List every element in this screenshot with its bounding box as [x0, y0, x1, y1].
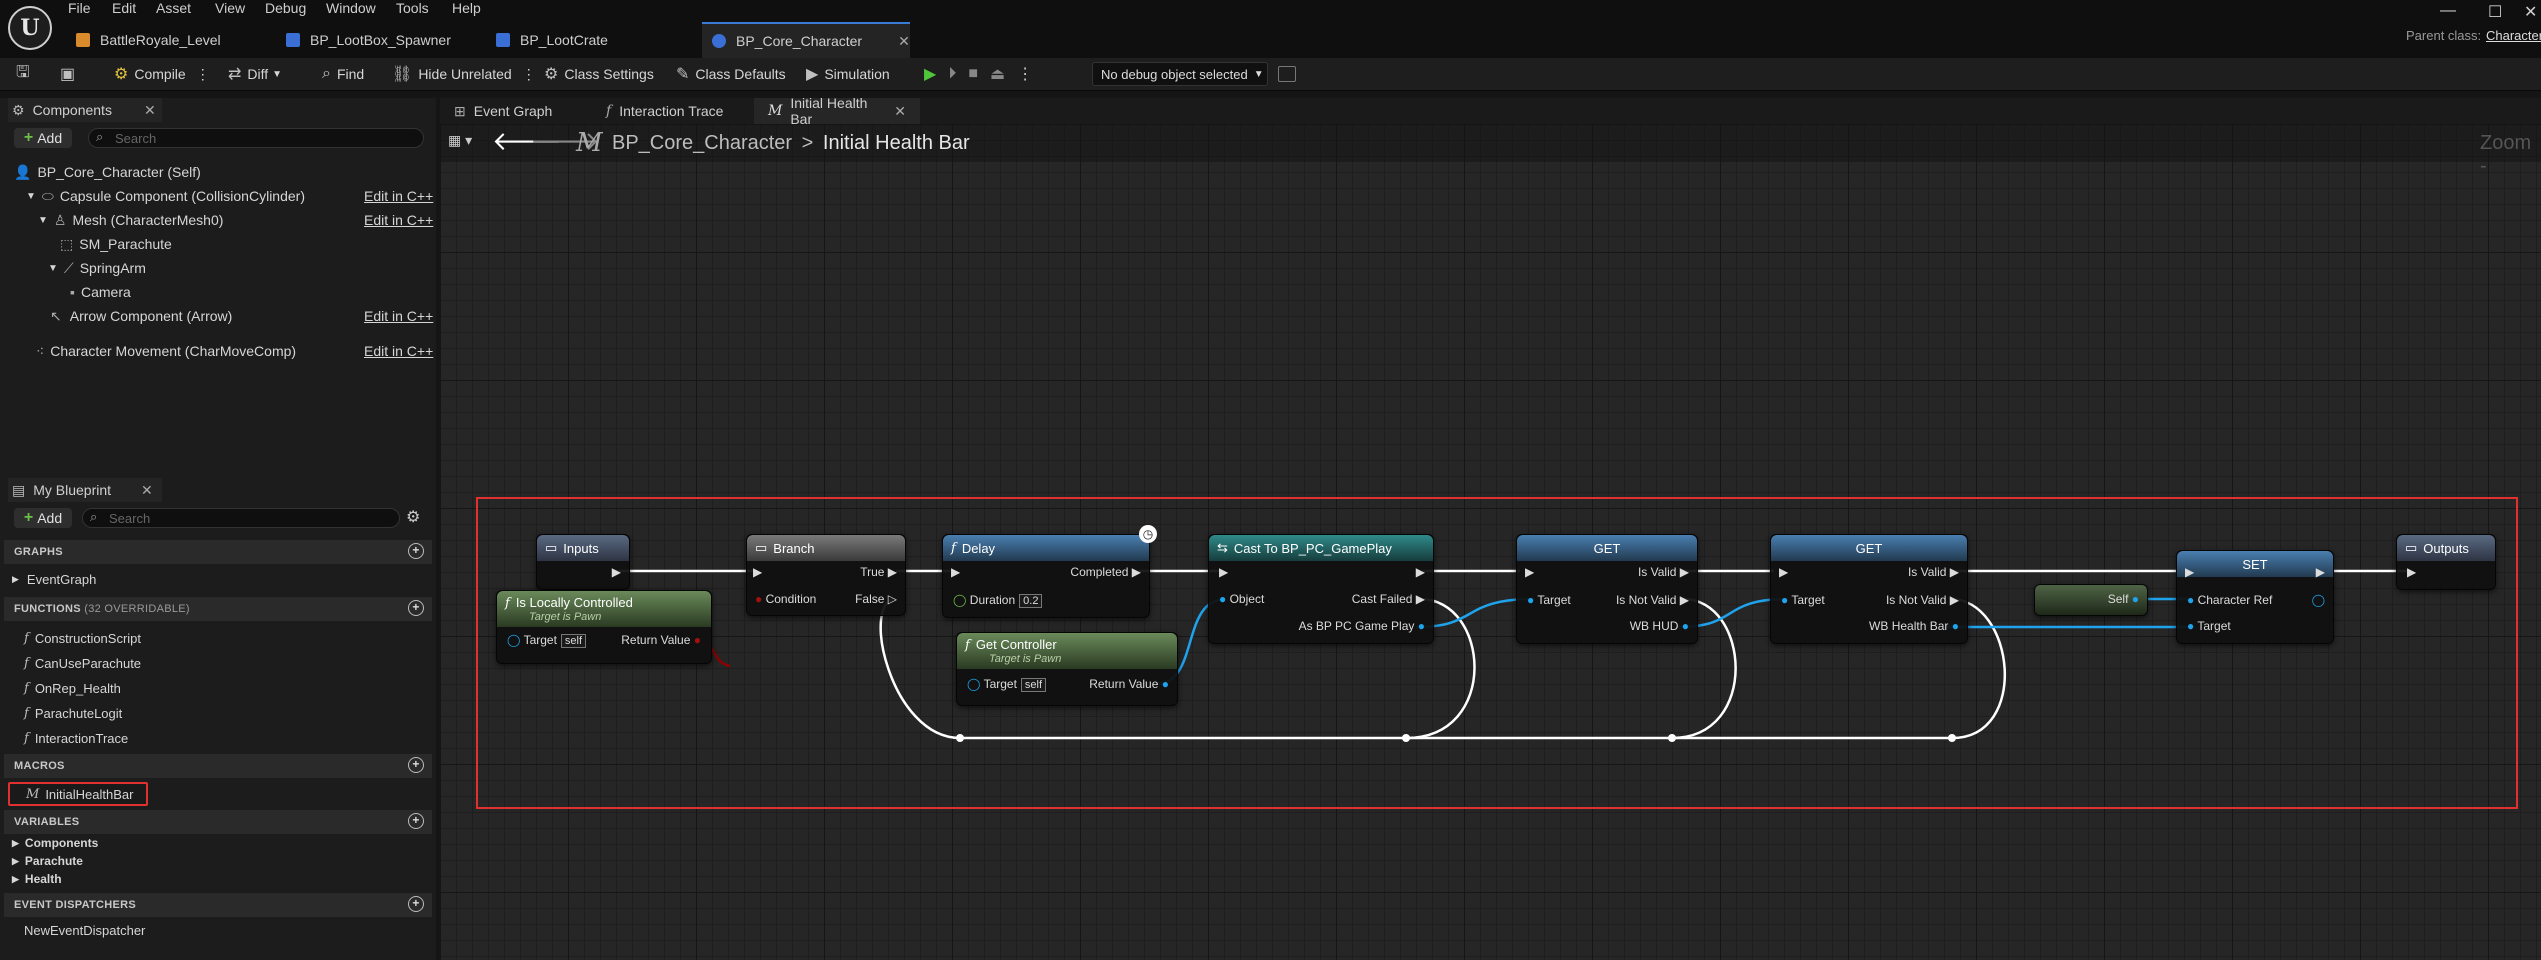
cast-icon: ⇆	[1217, 540, 1228, 555]
cast-to-pc-gameplay-node[interactable]: ⇆ Cast To BP_PC_GamePlay ▶ ▶ ● Object Cas…	[1208, 534, 1434, 644]
wb-hud-pin[interactable]: WB HUD ●	[1630, 619, 1689, 633]
condition-pin[interactable]: ● Condition	[755, 592, 816, 606]
exec-in-pin[interactable]: ▶	[1779, 565, 1788, 579]
duration-value-field[interactable]: 0.2	[1019, 594, 1043, 608]
exec-in-pin[interactable]: ▶	[1219, 565, 1228, 579]
tunnel-icon: ▭	[2405, 540, 2418, 555]
is-not-valid-pin[interactable]: Is Not Valid ▶	[1616, 593, 1689, 607]
is-valid-pin[interactable]: Is Valid ▶	[1638, 565, 1689, 579]
is-locally-controlled-node[interactable]: f Is Locally Controlled Target is Pawn ◯ …	[496, 590, 712, 664]
duration-pin[interactable]: ◯ Duration 0.2	[953, 593, 1043, 608]
true-pin[interactable]: True ▶	[860, 565, 897, 579]
outputs-node[interactable]: ▭ Outputs ▶	[2396, 534, 2496, 590]
completed-pin[interactable]: Completed ▶	[1070, 565, 1141, 579]
is-valid-pin[interactable]: Is Valid ▶	[1908, 565, 1959, 579]
exec-out-pin[interactable]: ▶	[612, 565, 621, 579]
node-header: f Get Controller Target is Pawn	[957, 633, 1177, 669]
exec-in-pin[interactable]: ▶	[753, 565, 762, 579]
delay-node[interactable]: f Delay ◷ ▶ Completed ▶ ◯ Duration 0.2	[942, 525, 1157, 618]
exec-in-pin[interactable]: ▶	[951, 565, 960, 579]
node-header: f Is Locally Controlled Target is Pawn	[497, 591, 711, 627]
node-header: GET	[1517, 535, 1697, 561]
as-pc-gameplay-pin[interactable]: As BP PC Game Play ●	[1299, 619, 1425, 633]
node-header: ▭ Outputs	[2397, 535, 2495, 561]
target-pin[interactable]: ◯ Target self	[967, 677, 1047, 692]
target-pin[interactable]: ● Target	[1527, 593, 1571, 607]
false-pin[interactable]: False ▷	[855, 592, 897, 606]
return-value-pin[interactable]: Return Value ●	[621, 633, 701, 647]
wires-layer	[614, 569, 2410, 742]
target-pin[interactable]: ◯ Target self	[507, 633, 587, 648]
get-wb-hud-node[interactable]: GET ▶ Is Valid ▶ ● Target Is Not Valid ▶…	[1516, 534, 1698, 644]
is-not-valid-pin[interactable]: Is Not Valid ▶	[1886, 593, 1959, 607]
self-node[interactable]: Self ●	[2034, 584, 2148, 616]
node-header: ▭ Branch	[747, 535, 905, 561]
self-pin[interactable]: Self ●	[2108, 592, 2139, 606]
wb-health-bar-pin[interactable]: WB Health Bar ●	[1869, 619, 1959, 633]
function-icon: f	[505, 596, 510, 611]
tunnel-icon: ▭	[545, 540, 558, 555]
clock-icon: ◷	[1139, 525, 1157, 543]
function-icon: f	[951, 540, 956, 556]
exec-out-pin[interactable]: ▶	[1416, 565, 1425, 579]
return-value-pin[interactable]: Return Value ●	[1089, 677, 1169, 691]
exec-in-pin[interactable]: ▶	[2407, 565, 2416, 579]
exec-in-pin[interactable]: ▶	[1525, 565, 1534, 579]
node-header: f Delay	[943, 535, 1149, 561]
node-header: SET	[2177, 551, 2333, 577]
node-header: ⇆ Cast To BP_PC_GamePlay	[1209, 535, 1433, 561]
character-ref-out-pin[interactable]: ◯	[2312, 593, 2325, 607]
exec-in-pin[interactable]: ▶	[2185, 565, 2194, 579]
inputs-node[interactable]: ▭ Inputs ▶	[536, 534, 630, 590]
get-controller-node[interactable]: f Get Controller Target is Pawn ◯ Target s…	[956, 632, 1178, 706]
get-wb-health-bar-node[interactable]: GET ▶ Is Valid ▶ ● Target Is Not Valid ▶…	[1770, 534, 1968, 644]
cast-failed-pin[interactable]: Cast Failed ▶	[1352, 592, 1425, 606]
branch-icon: ▭	[755, 540, 768, 555]
target-pin[interactable]: ● Target	[2187, 619, 2231, 633]
set-character-ref-node[interactable]: SET ▶ ▶ ● Character Ref ◯ ● Target	[2176, 550, 2334, 644]
exec-out-pin[interactable]: ▶	[2316, 565, 2325, 579]
character-ref-pin[interactable]: ● Character Ref	[2187, 593, 2272, 607]
object-pin[interactable]: ● Object	[1219, 592, 1264, 606]
target-pin[interactable]: ● Target	[1781, 593, 1825, 607]
branch-node[interactable]: ▭ Branch ▶ True ▶ ● Condition False ▷	[746, 534, 906, 616]
node-header: GET	[1771, 535, 1967, 561]
node-header: ▭ Inputs	[537, 535, 629, 561]
function-icon: f	[965, 638, 970, 653]
